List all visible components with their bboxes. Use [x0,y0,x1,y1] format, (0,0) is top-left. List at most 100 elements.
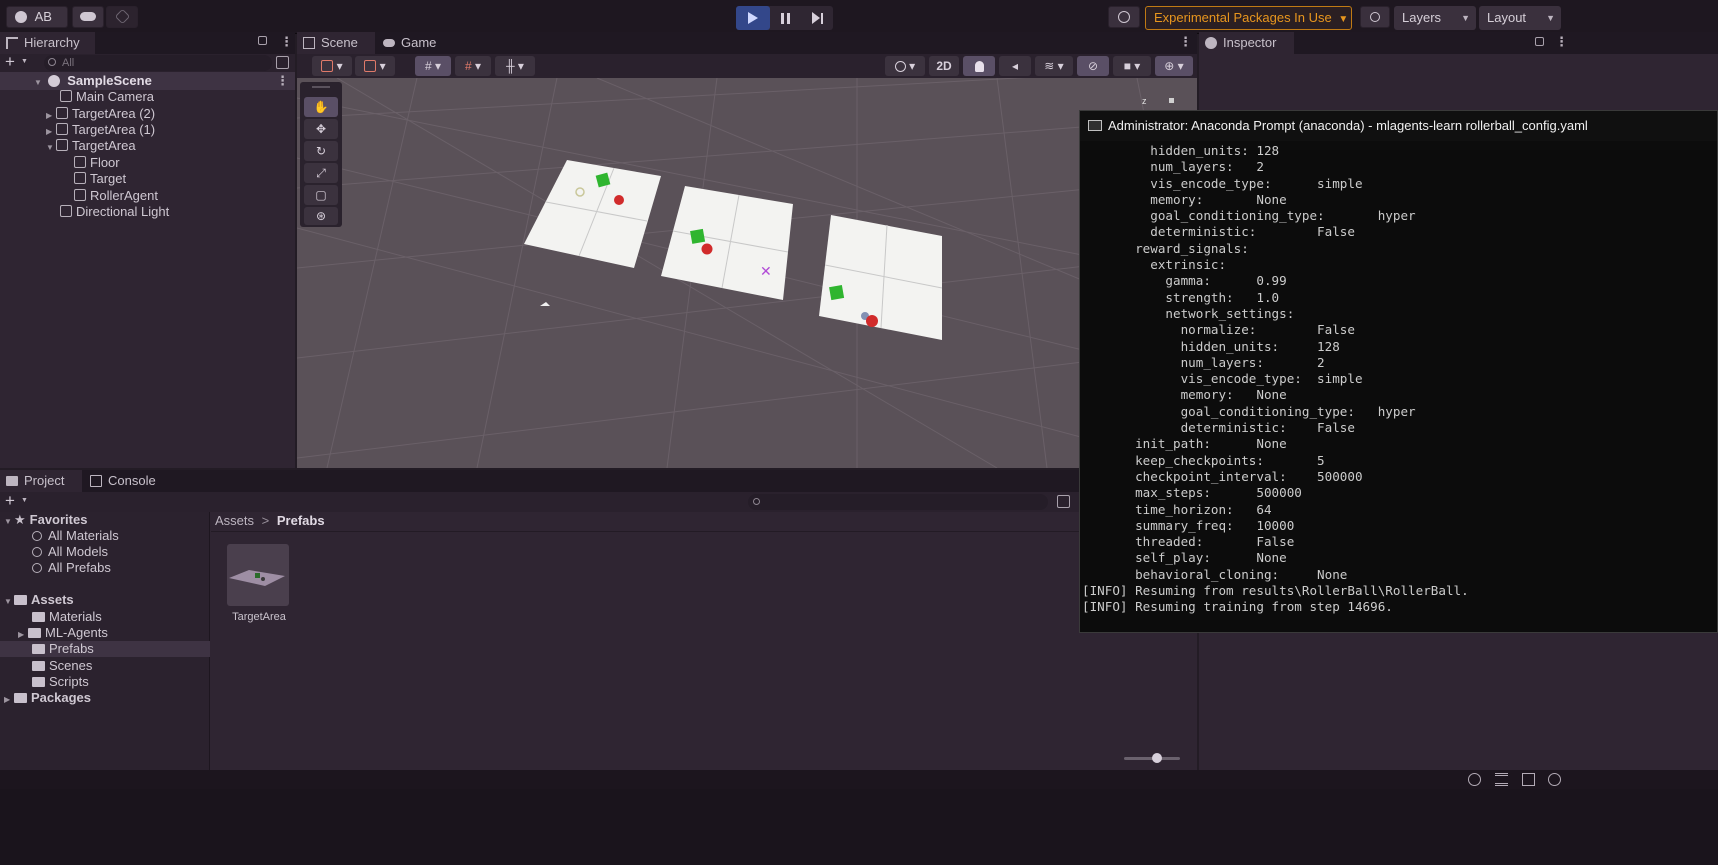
layers-dropdown[interactable]: Layers ▼ [1394,6,1476,30]
gamepad-icon [383,39,395,47]
thumbnail-size-slider[interactable] [1124,753,1180,763]
folder-item-scripts[interactable]: Scripts [32,674,89,690]
tree-item-targetarea[interactable]: ▼ TargetArea [46,137,136,155]
more-options-icon[interactable]: ⋮ [1555,34,1568,50]
rect-tool-button[interactable]: ▢ [304,185,338,205]
gizmos-button[interactable]: ⊕ ▾ [1155,56,1193,76]
scale-tool-button[interactable]: ⤢ [304,163,338,183]
lock-icon[interactable] [1535,37,1544,46]
collapse-arrow-icon[interactable]: ▼ [46,139,56,157]
project-search-input[interactable] [748,494,1048,510]
effects-toggle-button[interactable]: ≋ ▾ [1035,56,1073,76]
pivot-tool-button[interactable]: ▾ [312,56,352,76]
layers-stack-icon[interactable] [1495,773,1508,786]
terminal-line: goal_conditioning_type: hyper [1082,403,1416,419]
draw-mode-button[interactable]: ▾ [885,56,925,76]
collab-button[interactable] [106,6,138,28]
gameobject-icon [74,172,86,184]
taskbar-area [0,789,1718,865]
experimental-packages-button[interactable]: Experimental Packages In Use ▼ [1145,6,1352,30]
tab-hierarchy[interactable]: Hierarchy [0,32,95,54]
filter-icon[interactable] [1057,495,1070,508]
gameobject-icon [74,189,86,201]
scene-viewport[interactable]: ✕ z ✋ ✥ ↻ ⤢ ▢ ⊛ [297,78,1197,468]
tab-inspector[interactable]: Inspector [1199,32,1294,54]
tree-item-directional-light[interactable]: Directional Light [60,203,169,221]
collapse-arrow-icon[interactable]: ▼ [4,514,14,530]
hand-tool-button[interactable]: ✋ [304,97,338,117]
collapse-arrow-icon[interactable]: ▼ [34,74,44,92]
check-icon[interactable] [1548,773,1561,786]
rect-icon: ▢ [315,188,327,202]
hierarchy-panel: Hierarchy ⋮ + ▼ All ▼ SampleScene ⋮ Main… [0,32,295,468]
move-tool-button[interactable]: ✥ [304,119,338,139]
pause-button[interactable] [768,6,802,30]
folder-item-ml-agents[interactable]: ▶ ML-Agents [18,625,108,641]
account-dropdown[interactable]: AB ▼ [6,6,68,43]
folder-item-scenes[interactable]: Scenes [32,658,92,674]
terminal-line: normalize: False [1082,322,1355,338]
more-options-icon[interactable]: ⋮ [1179,34,1192,50]
debug-icon[interactable] [1468,773,1481,786]
filter-icon[interactable] [276,56,289,69]
expand-arrow-icon[interactable]: ▶ [4,692,14,708]
2d-toggle-button[interactable]: 2D [929,56,959,76]
tree-item-target[interactable]: Target [74,170,126,188]
terminal-output: hidden_units: 128 num_layers: 2 vis_enco… [1082,143,1714,616]
hidden-objects-toggle-button[interactable]: ⊘ [1077,56,1109,76]
step-button[interactable] [800,6,834,30]
terminal-line: [INFO] Resuming from results\RollerBall\… [1082,583,1469,599]
folder-label: Scripts [49,674,89,689]
tab-scene[interactable]: Scene [297,32,375,54]
lighting-toggle-button[interactable] [963,56,995,76]
add-icon[interactable]: + [5,491,15,511]
tree-item-main-camera[interactable]: Main Camera [60,88,154,106]
tab-project-label: Project [24,473,65,488]
increment-snap-button[interactable]: ╫ ▾ [495,56,535,76]
tab-game[interactable]: Game [377,32,457,54]
favorite-item-all-prefabs[interactable]: All Prefabs [32,560,111,576]
audio-toggle-button[interactable]: ◂ [999,56,1031,76]
favorites-header[interactable]: ▼ ★ Favorites [4,512,87,528]
transform-tool-button[interactable]: ⊛ [304,207,338,225]
tree-item-label: Target [90,171,127,186]
packages-header[interactable]: ▶ Packages [4,690,91,706]
folder-item-materials[interactable]: Materials [32,609,102,625]
play-button[interactable] [736,6,770,30]
tab-console[interactable]: Console [84,470,170,492]
tree-item-label: TargetArea [72,138,136,153]
scene-tabbar: Scene Game ⋮ [297,32,1197,54]
camera-settings-button[interactable]: ■ ▾ [1113,56,1151,76]
history-button[interactable] [1108,6,1140,28]
favorite-item-all-materials[interactable]: All Materials [32,528,119,544]
tab-project[interactable]: Project [0,470,82,492]
global-tool-button[interactable]: ▾ [355,56,395,76]
folder-item-prefabs[interactable]: Prefabs [0,641,210,657]
breadcrumb-root[interactable]: Assets [215,513,254,528]
assets-header[interactable]: ▼ Assets [4,592,74,608]
scene-options-icon[interactable]: ⋮ [276,72,289,90]
terminal-line: [INFO] Resuming training from step 14696… [1082,599,1393,615]
anaconda-prompt-window[interactable]: Administrator: Anaconda Prompt (anaconda… [1079,110,1718,633]
gizmo-axis-label: z [1142,96,1147,106]
terminal-title-bar[interactable]: Administrator: Anaconda Prompt (anaconda… [1080,111,1717,141]
cloud-button[interactable] [72,6,104,28]
search-button[interactable] [1360,6,1390,28]
layout-dropdown[interactable]: Layout ▼ [1479,6,1561,30]
pause-icon-bar [786,12,790,24]
tab-inspector-label: Inspector [1223,35,1277,50]
add-icon[interactable]: + [5,52,15,72]
grid-snap-button[interactable]: # ▾ [415,56,451,76]
more-options-icon[interactable]: ⋮ [280,34,293,50]
network-icon[interactable] [1522,773,1535,786]
search-icon [32,531,42,541]
terminal-line: deterministic: False [1082,224,1355,240]
grid-visibility-button[interactable]: # ▾ [455,56,491,76]
favorite-item-all-models[interactable]: All Models [32,544,108,560]
collapse-arrow-icon[interactable]: ▼ [4,594,14,610]
hierarchy-search-input[interactable]: All [44,55,272,71]
rotate-tool-button[interactable]: ↻ [304,141,338,161]
asset-tile-targetarea[interactable]: TargetArea [227,544,291,628]
breadcrumb-current[interactable]: Prefabs [277,513,325,528]
slider-handle[interactable] [1152,753,1162,763]
